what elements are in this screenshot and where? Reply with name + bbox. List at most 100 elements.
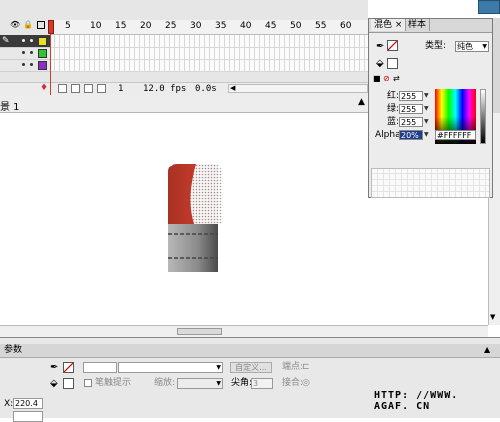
layer-color-swatch[interactable] [38, 49, 47, 58]
bottle-body [168, 224, 218, 272]
fill-color-icon[interactable]: ⬙ [376, 58, 384, 69]
frame-number: 55 [315, 21, 327, 31]
red-label: 红: [387, 91, 400, 101]
onion-skin-icon[interactable] [71, 84, 80, 93]
frame-row[interactable] [50, 59, 368, 72]
frame-number: 45 [265, 21, 277, 31]
scroll-left-arrow-icon[interactable]: ◀ [230, 84, 235, 92]
edit-multiple-frames-icon[interactable] [97, 84, 106, 93]
spinner-icon[interactable]: ▼ [424, 130, 430, 140]
blue-input[interactable]: 255 [399, 117, 423, 127]
timeline-panel: 👁 🔒 5 10 15 20 25 30 35 40 45 50 55 60 ✎ [0, 0, 368, 96]
cap-style-icon[interactable]: ⊏ [302, 362, 310, 373]
miter-label: 尖角: [231, 378, 253, 388]
stroke-hint-label: 笔触提示 [95, 378, 132, 388]
frame-number: 60 [340, 21, 352, 31]
onion-skin-outline-icon[interactable] [84, 84, 93, 93]
hex-input[interactable]: #FFFFFF [435, 130, 476, 140]
timeline-top-strip [0, 0, 368, 10]
current-frame: 1 [118, 84, 124, 94]
onion-skin-marker-icon[interactable]: ♦ [40, 83, 48, 93]
red-input[interactable]: 255 [399, 91, 423, 101]
frame-number: 20 [140, 21, 152, 31]
frame-ruler[interactable]: 5 10 15 20 25 30 35 40 45 50 55 60 [50, 20, 368, 35]
join-style-icon[interactable]: ◎ [302, 378, 310, 389]
pencil-icon: ✎ [2, 36, 10, 46]
frame-number: 5 [65, 21, 71, 31]
timeline-scrollbar[interactable]: ◀ [228, 84, 368, 93]
playhead[interactable] [48, 20, 54, 95]
stroke-color-swatch[interactable] [387, 40, 398, 51]
layer-list: ✎ [0, 35, 50, 72]
scale-dropdown[interactable]: ▼ [177, 378, 223, 389]
visibility-dot[interactable] [22, 39, 25, 42]
scroll-thumb[interactable] [177, 328, 222, 335]
x-input[interactable]: 220.4 [13, 398, 43, 409]
layer-row[interactable] [0, 59, 50, 72]
eye-icon[interactable]: 👁 [10, 20, 20, 29]
x-label: X: [4, 399, 14, 409]
no-color-icon[interactable]: ⊘ [383, 74, 390, 83]
stroke-color-swatch[interactable] [63, 362, 74, 373]
app-logo-icon [478, 0, 500, 14]
spinner-icon[interactable]: ▼ [424, 104, 430, 114]
layer-color-swatch[interactable] [38, 61, 47, 70]
visibility-dot[interactable] [22, 63, 25, 66]
lock-dot[interactable] [30, 63, 33, 66]
tab-swatches[interactable]: 样本 [405, 19, 431, 31]
frame-number: 50 [290, 21, 302, 31]
playhead-handle[interactable] [48, 20, 54, 34]
fill-color-swatch[interactable] [63, 378, 74, 389]
spinner-icon[interactable]: ▼ [424, 117, 430, 127]
scroll-up-icon[interactable]: ▲ [358, 97, 365, 107]
layer-header-icons: 👁 🔒 [10, 20, 50, 34]
elapsed-time: 0.0s [195, 84, 217, 94]
color-mixer-panel: 混色 × 样本 ✒ 类型: 纯色 ▼ ⬙ ■ ⊘ ⇄ 红: 255 ▼ 绿: 2… [368, 18, 493, 198]
brightness-bar[interactable] [480, 89, 486, 144]
lock-dot[interactable] [30, 39, 33, 42]
join-label: 接合: [282, 378, 304, 388]
swap-colors-icon[interactable]: ⇄ [393, 74, 400, 83]
default-colors-icon[interactable]: ■ [373, 74, 381, 83]
green-input[interactable]: 255 [399, 104, 423, 114]
frame-number: 15 [115, 21, 127, 31]
alpha-input[interactable]: 20% [399, 130, 423, 140]
fill-color-swatch[interactable] [387, 58, 398, 69]
color-preview [371, 168, 490, 198]
frame-number: 10 [90, 21, 102, 31]
tab-mixer[interactable]: 混色 × [371, 19, 407, 31]
right-panel-edge [493, 18, 500, 113]
miter-input[interactable]: 3 [251, 378, 273, 389]
lock-icon[interactable]: 🔒 [23, 20, 33, 29]
stroke-hint-checkbox[interactable] [84, 379, 92, 387]
green-label: 绿: [387, 104, 400, 114]
visibility-dot[interactable] [22, 51, 25, 54]
collapse-icon[interactable]: ▲ [484, 344, 490, 355]
frame-number: 40 [240, 21, 252, 31]
stroke-style-dropdown[interactable]: ▼ [118, 362, 223, 373]
spinner-icon[interactable]: ▼ [424, 91, 430, 101]
layer-color-swatch[interactable] [38, 37, 47, 46]
custom-button[interactable]: 自定义... [230, 362, 272, 373]
stage-horizontal-scrollbar[interactable] [0, 325, 488, 337]
scroll-down-icon[interactable]: ▼ [490, 313, 495, 321]
blue-label: 蓝: [387, 117, 400, 127]
fill-type-dropdown[interactable]: 纯色 ▼ [455, 41, 489, 52]
stroke-height-input[interactable] [83, 362, 117, 373]
fill-bucket-icon[interactable]: ⬙ [50, 378, 58, 389]
stroke-color-icon[interactable]: ✒ [376, 41, 384, 52]
frame-grid[interactable] [50, 35, 368, 72]
outline-icon[interactable] [37, 21, 45, 29]
scene-label[interactable]: 景 1 [0, 98, 20, 113]
bottle-drawing[interactable] [168, 164, 225, 272]
tab-parameters[interactable]: 参数 [4, 345, 22, 356]
endpoint-label: 端点: [282, 362, 304, 372]
properties-title-bar: 参数 ▲ [0, 344, 500, 358]
frame-number: 25 [165, 21, 177, 31]
watermark: HTTP: //WWW. AGAF. CN [374, 390, 459, 412]
panel-tabs: 混色 × 样本 [369, 19, 492, 33]
chevron-down-icon: ▼ [216, 364, 221, 371]
center-frame-icon[interactable] [58, 84, 67, 93]
lock-dot[interactable] [30, 51, 33, 54]
stroke-color-icon[interactable]: ✒ [50, 362, 58, 373]
